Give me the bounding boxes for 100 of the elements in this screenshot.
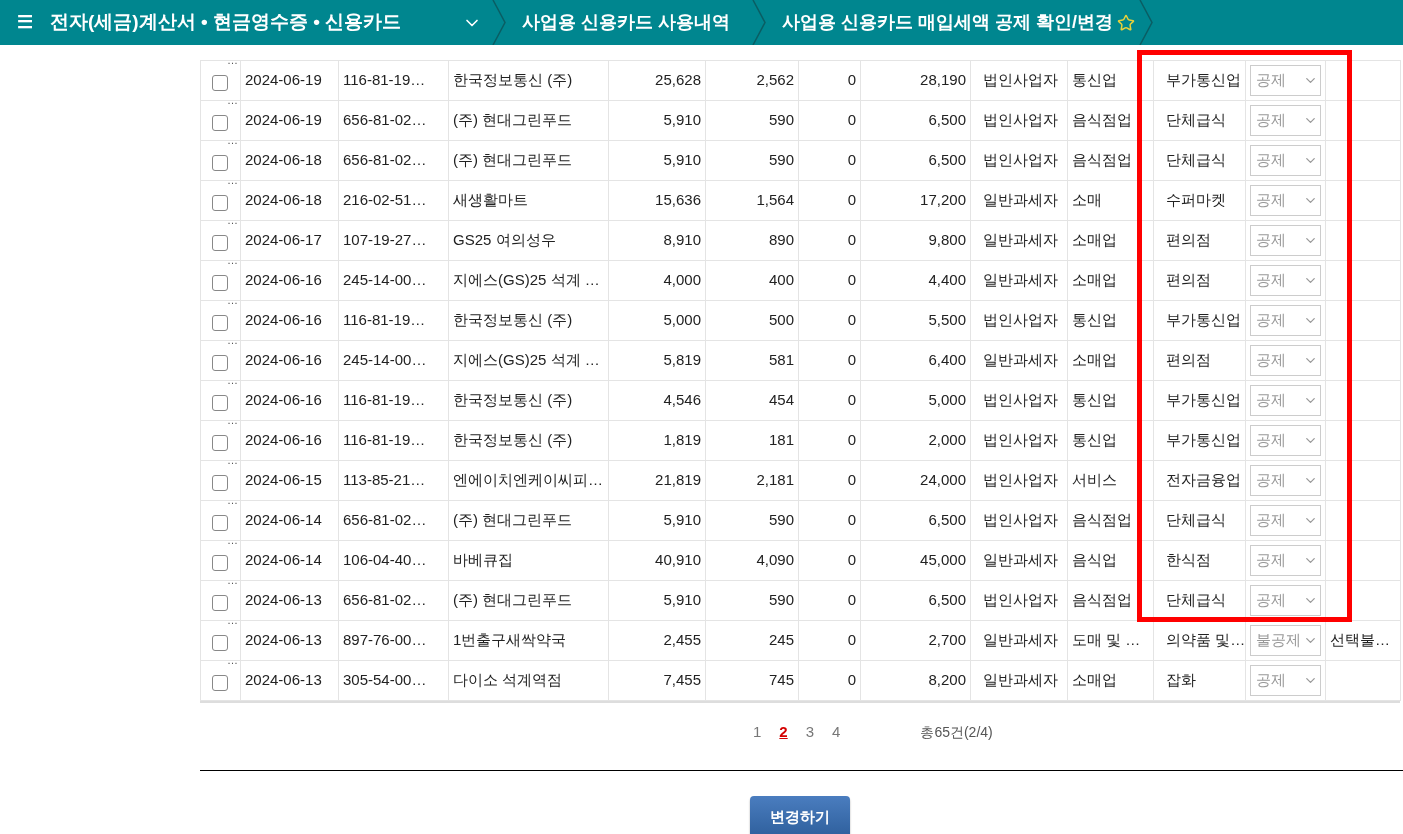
industry-cell: 통신업 [1067,60,1154,101]
menu-icon[interactable]: ☰ [17,9,35,36]
tax-amount-cell: 590 [705,500,799,541]
industry-detail-cell: 부가통신업 [1153,300,1246,341]
breadcrumb-link[interactable]: 사업용 신용카드 사용내역 [522,9,742,36]
date-cell: 2024-06-18 [240,140,339,181]
deduction-select[interactable]: 불공제 [1250,625,1321,656]
business-number-cell: 656-81-02… [338,580,449,621]
row-checkbox[interactable] [212,434,228,451]
merchant-cell: 다이소 석계역점 [448,660,609,701]
deduction-select[interactable]: 공제 [1250,665,1321,696]
row-checkbox[interactable] [212,74,228,91]
industry-cell: 음식점업 [1067,100,1154,141]
deduction-select[interactable]: 공제 [1250,305,1321,336]
total-amount-cell: 5,500 [860,300,971,341]
merchant-cell: 지에스(GS)25 석계 … [448,260,609,301]
deduction-select[interactable]: 공제 [1250,585,1321,616]
taxpayer-type-cell: 일반과세자 [970,340,1068,381]
taxpayer-type-cell: 법인사업자 [970,580,1068,621]
row-checkbox[interactable] [212,234,228,251]
tax-amount-cell: 454 [705,380,799,421]
ellipsis-label: … [227,495,238,506]
total-amount-cell: 9,800 [860,220,971,261]
row-checkbox[interactable] [212,314,228,331]
deduction-select[interactable]: 공제 [1250,505,1321,536]
supply-amount-cell: 4,546 [608,380,706,421]
taxpayer-type-cell: 일반과세자 [970,620,1068,661]
row-checkbox[interactable] [212,114,228,131]
page-link[interactable]: 1 [753,720,762,744]
row-checkbox[interactable] [212,674,228,691]
deduction-select[interactable]: 공제 [1250,385,1321,416]
taxpayer-type-cell: 법인사업자 [970,500,1068,541]
deduction-select[interactable]: 공제 [1250,185,1321,216]
row-checkbox[interactable] [212,514,228,531]
record-count: 총65건(2/4) [920,722,993,742]
tax-amount-cell: 1,564 [705,180,799,221]
breadcrumb-separator-icon [752,0,766,45]
tax-amount-cell: 745 [705,660,799,701]
page-link[interactable]: 2 [779,720,788,744]
ellipsis-label: … [227,655,238,666]
business-number-cell: 113-85-21… [338,460,449,501]
submit-button[interactable]: 변경하기 [750,796,850,834]
date-cell: 2024-06-13 [240,620,339,661]
industry-detail-cell: 편의점 [1153,220,1246,261]
service-fee-cell: 0 [798,420,861,461]
merchant-cell: 지에스(GS)25 석계 … [448,340,609,381]
ellipsis-label: … [227,135,238,146]
deduction-select[interactable]: 공제 [1250,425,1321,456]
date-cell: 2024-06-14 [240,540,339,581]
deduction-select[interactable]: 공제 [1250,545,1321,576]
merchant-cell: (주) 현대그린푸드 [448,140,609,181]
row-checkbox[interactable] [212,274,228,291]
row-checkbox[interactable] [212,594,228,611]
ellipsis-label: … [227,455,238,466]
deduction-select[interactable]: 공제 [1250,225,1321,256]
row-checkbox[interactable] [212,554,228,571]
deduction-select[interactable]: 공제 [1250,345,1321,376]
date-cell: 2024-06-16 [240,380,339,421]
supply-amount-cell: 4,000 [608,260,706,301]
business-number-cell: 656-81-02… [338,500,449,541]
date-cell: 2024-06-17 [240,220,339,261]
business-number-cell: 245-14-00… [338,260,449,301]
service-fee-cell: 0 [798,620,861,661]
merchant-cell: (주) 현대그린푸드 [448,100,609,141]
supply-amount-cell: 7,455 [608,660,706,701]
date-cell: 2024-06-13 [240,660,339,701]
supply-amount-cell: 40,910 [608,540,706,581]
row-checkbox[interactable] [212,394,228,411]
deduction-select[interactable]: 공제 [1250,145,1321,176]
deduction-select[interactable]: 공제 [1250,65,1321,96]
breadcrumb-separator-icon [492,0,506,45]
star-icon[interactable] [1117,13,1135,32]
page-link[interactable]: 3 [805,720,815,744]
business-number-cell: 216-02-51… [338,180,449,221]
industry-detail-cell: 잡화 [1153,660,1246,701]
merchant-cell: 새생활마트 [448,180,609,221]
taxpayer-type-cell: 일반과세자 [970,540,1068,581]
row-checkbox[interactable] [212,354,228,371]
breadcrumb-link[interactable]: 사업용 신용카드 매입세액 공제 확인/변경 [782,9,1113,36]
taxpayer-type-cell: 법인사업자 [970,300,1068,341]
row-checkbox[interactable] [212,474,228,491]
total-amount-cell: 2,000 [860,420,971,461]
industry-cell: 소매업 [1067,340,1154,381]
page-link[interactable]: 4 [832,720,841,744]
row-checkbox[interactable] [212,154,228,171]
industry-cell: 소매 [1067,180,1154,221]
tax-amount-cell: 581 [705,340,799,381]
deduction-select[interactable]: 공제 [1250,465,1321,496]
row-checkbox[interactable] [212,194,228,211]
industry-detail-cell: 전자금융업 [1153,460,1246,501]
business-number-cell: 656-81-02… [338,140,449,181]
deduction-select[interactable]: 공제 [1250,105,1321,136]
date-cell: 2024-06-16 [240,300,339,341]
date-cell: 2024-06-13 [240,580,339,621]
total-amount-cell: 2,700 [860,620,971,661]
deduction-select[interactable]: 공제 [1250,265,1321,296]
industry-detail-cell: 편의점 [1153,260,1246,301]
row-checkbox[interactable] [212,634,228,651]
tax-amount-cell: 400 [705,260,799,301]
merchant-cell: 1번출구새싹약국 [448,620,609,661]
